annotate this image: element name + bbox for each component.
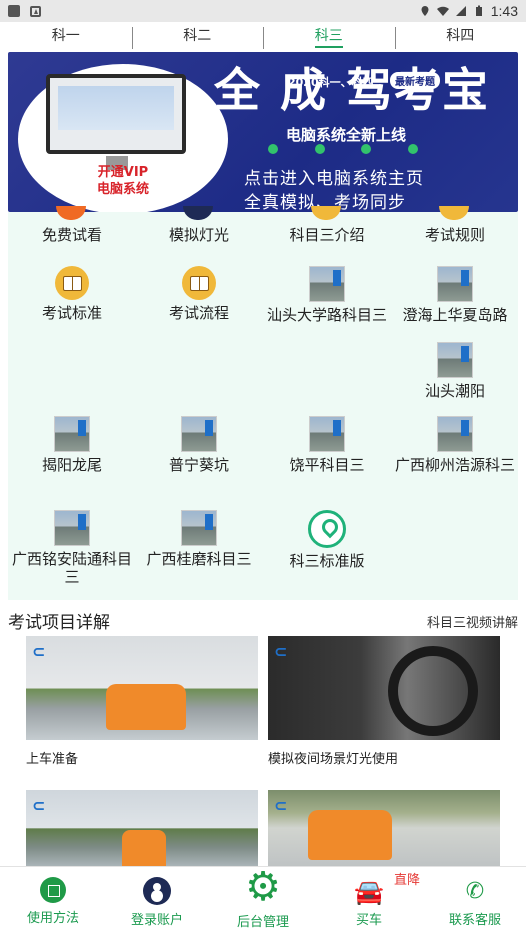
grid-item-intro[interactable]: 科目三介绍 [263,206,391,244]
video-card[interactable]: ⊂ [268,790,500,866]
banner-subtitle: 电脑系统全新上线 [286,126,407,144]
battery-icon [475,5,482,16]
price-drop-badge: 直降 [394,873,421,888]
phone-icon: ✆ [465,879,485,904]
video-thumbnail: ⊂ [268,790,500,866]
notification-icon [8,5,20,17]
signal-icon [455,6,466,16]
banner-year-tag: 2020科一、科四 [288,76,374,89]
car-image [122,830,166,866]
promo-banner[interactable]: 开通VIP 电脑系统 全 成 驾考宝 2020科一、科四 最新考题 电脑系统全新… [8,52,518,212]
book-icon [55,266,89,300]
brand-logo-icon: ⊂ [274,642,288,661]
wifi-icon [436,6,449,16]
grid-item-raoping[interactable]: 饶平科目三 [263,416,391,474]
road-thumbnail [181,510,217,546]
grid-item-puning[interactable]: 普宁葵坑 [135,416,263,474]
grid-item-shantou-daxue[interactable]: 汕头大学路科目三 [263,266,391,324]
section-title: 考试项目详解 [8,613,110,633]
grid-item-standard[interactable]: 考试标准 [8,266,136,322]
guide-icon [40,877,66,903]
gear-icon: ⚙ [245,864,281,910]
car-image [308,810,392,860]
computer-monitor-icon [46,74,186,154]
status-bar: 1:43 [0,0,526,22]
tab-subject-2[interactable]: 科二 [131,22,264,52]
nav-customer-service[interactable]: ✆ 联系客服 [440,879,510,928]
grid-item-free-trial[interactable]: 免费试看 [8,206,136,244]
car-image [106,684,186,730]
subject-tabs: 科一 科二 科三 科四 [0,22,526,52]
video-thumbnail: ⊂ [26,636,258,740]
steering-wheel-image [388,646,478,736]
video-thumbnail: ⊂ [26,790,258,866]
function-grid: 免费试看 模拟灯光 科目三介绍 考试规则 考试标准 考试流程 汕头大学路科目三 … [8,206,519,600]
video-caption: 模拟夜间场景灯光使用 [268,752,399,767]
nav-admin[interactable]: ⚙ 后台管理 [228,867,298,930]
video-caption: 上车准备 [26,752,79,767]
road-thumbnail [54,416,90,452]
road-thumbnail [437,416,473,452]
tab-subject-3[interactable]: 科三 [263,22,395,52]
grid-item-mingan[interactable]: 广西铭安陆通科目三 [8,510,136,586]
bottom-nav: 使用方法 登录账户 ⚙ 后台管理 🚘 买车 直降 ✆ 联系客服 [0,866,526,934]
grid-item-jieyang[interactable]: 揭阳龙尾 [8,416,136,474]
grid-item-liuzhou[interactable]: 广西柳州浩源科三 [391,416,519,474]
banner-new-badge: 最新考题 [390,72,440,89]
status-time: 1:43 [490,3,518,19]
brand-logo-icon: ⊂ [274,796,288,815]
grid-item-chenghai[interactable]: 澄海上华夏岛路 [391,266,519,324]
nav-usage[interactable]: 使用方法 [18,877,88,926]
grid-item-rules[interactable]: 考试规则 [391,206,519,244]
grid-item-standard-version[interactable]: 科三标准版 [263,510,391,570]
road-thumbnail [309,416,345,452]
grid-item-chaoyang[interactable]: 汕头潮阳 [391,342,519,400]
image-notification-icon [30,5,41,17]
nav-login[interactable]: 登录账户 [122,877,192,928]
road-thumbnail [54,510,90,546]
road-thumbnail [309,266,345,302]
tab-subject-4[interactable]: 科四 [394,22,526,52]
video-thumbnail: ⊂ [268,636,500,740]
grid-item-light-sim[interactable]: 模拟灯光 [135,206,263,244]
user-icon [143,877,171,905]
banner-line-2: 点击进入电脑系统主页 [244,169,424,189]
brand-logo-icon: ⊂ [32,796,46,815]
tab-subject-1[interactable]: 科一 [0,22,132,52]
book-icon [182,266,216,300]
location-status-icon [421,6,429,16]
grid-item-guimo[interactable]: 广西桂磨科目三 [135,510,263,568]
video-explain-link[interactable]: 科目三视频讲解 [427,612,518,631]
road-thumbnail [437,266,473,302]
status-right: 1:43 [419,3,518,19]
road-thumbnail [437,342,473,378]
video-card[interactable]: ⊂ [26,790,258,866]
location-icon [308,510,346,548]
video-card[interactable]: ⊂ 上车准备 [26,636,258,767]
banner-dots [268,144,418,154]
grid-item-process[interactable]: 考试流程 [135,266,263,322]
vip-label: 开通VIP 电脑系统 [96,165,149,197]
video-card[interactable]: ⊂ 模拟夜间场景灯光使用 [268,636,500,767]
road-thumbnail [181,416,217,452]
brand-logo-icon: ⊂ [32,642,46,661]
